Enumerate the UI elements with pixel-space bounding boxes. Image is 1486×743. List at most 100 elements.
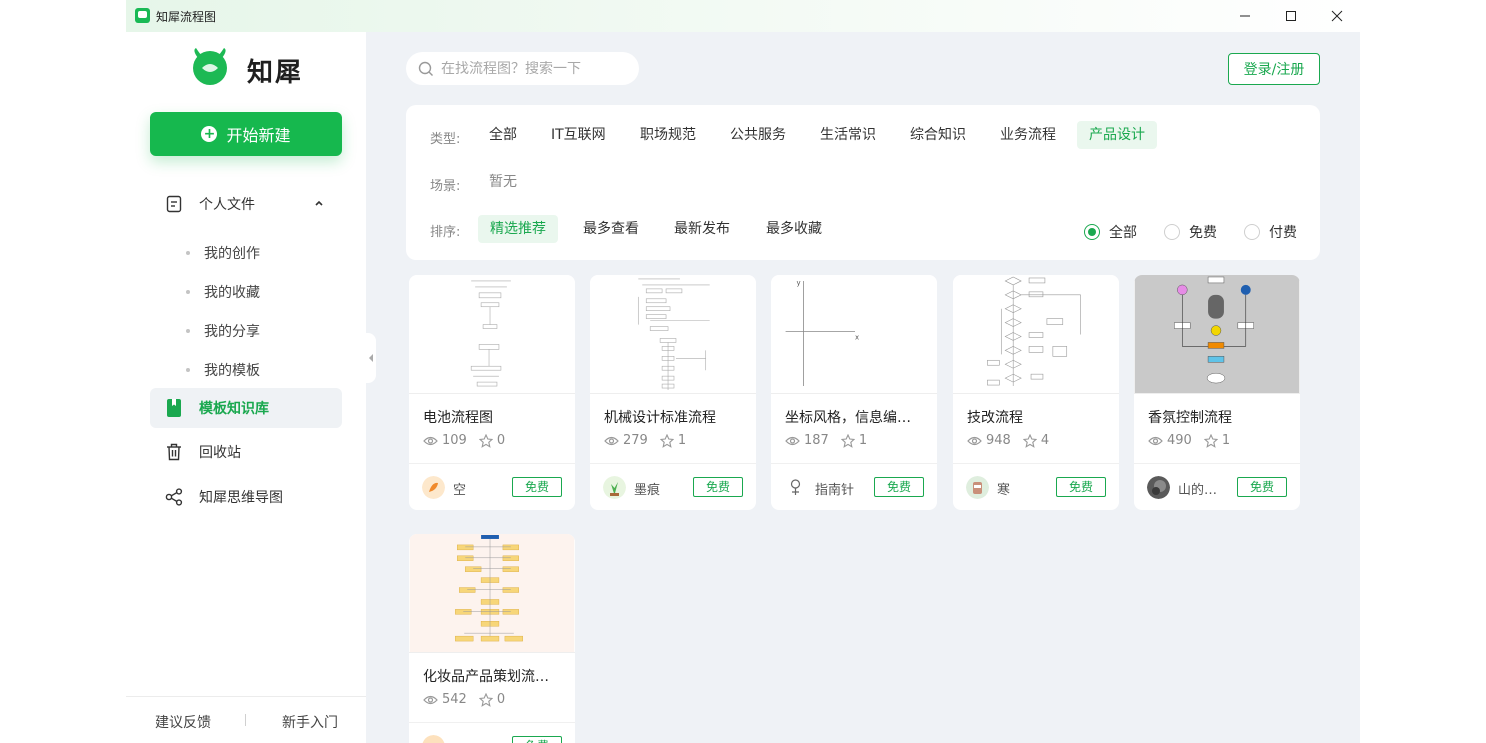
sidebar: 知犀 + 开始新建 个人文件 我的创作 我的收藏 我的分享 我的模板 模板知识库 [126, 32, 366, 743]
type-chip-workplace[interactable]: 职场规范 [628, 121, 708, 149]
free-badge: 免费 [1237, 477, 1287, 497]
maximize-button[interactable] [1268, 0, 1314, 32]
type-chip-it[interactable]: IT互联网 [539, 121, 618, 149]
card-title: 化妆品产品策划流… [423, 669, 549, 685]
sidebar-item-my-creations[interactable]: 我的创作 [186, 243, 260, 263]
card-stats: 279 1 [604, 433, 698, 448]
price-radio-free[interactable]: 免费 [1164, 222, 1217, 242]
eye-icon [967, 436, 982, 445]
star-count: 0 [496, 692, 506, 707]
card-footer: 指南针 免费 [771, 463, 937, 510]
author-name: 空 [453, 483, 467, 498]
eye-icon [423, 695, 438, 704]
price-radio-all[interactable]: 全部 [1084, 222, 1137, 242]
flowchart-thumbnail [590, 275, 756, 394]
radio-selected-icon [1084, 224, 1100, 240]
sidebar-collapse-handle[interactable] [366, 333, 376, 383]
star-count: 1 [677, 433, 687, 448]
free-badge: 免费 [693, 477, 743, 497]
card-stats: 948 4 [967, 433, 1061, 448]
minimize-button[interactable] [1222, 0, 1268, 32]
chevron-up-icon[interactable] [314, 198, 324, 208]
login-register-button[interactable]: 登录/注册 [1228, 53, 1320, 85]
eye-icon [423, 436, 438, 445]
eye-icon [604, 436, 619, 445]
star-icon [478, 692, 493, 707]
template-card[interactable]: 技改流程 948 4 寒 免费 [953, 275, 1119, 510]
brand-name: 知犀 [247, 58, 304, 88]
avatar [422, 735, 445, 743]
card-footer: 寒 免费 [953, 463, 1119, 510]
template-card[interactable]: y x 坐标风格，信息编… 187 1 指南针 免费 [771, 275, 937, 510]
type-chip-knowledge[interactable]: 综合知识 [898, 121, 978, 149]
template-card[interactable]: 机械设计标准流程 279 1 墨痕 免费 [590, 275, 756, 510]
sidebar-item-mindmap[interactable]: 知犀思维导图 [150, 477, 342, 517]
scene-value: 暂无 [489, 174, 517, 190]
sidebar-item-my-templates[interactable]: 我的模板 [186, 360, 260, 380]
sidebar-item-label: 模板知识库 [199, 401, 269, 417]
book-icon [165, 399, 183, 417]
feedback-link[interactable]: 建议反馈 [155, 712, 211, 732]
author-name: 指南针 [815, 483, 855, 498]
share-nodes-icon [165, 488, 183, 506]
free-badge: 免费 [1056, 477, 1106, 497]
flowchart-thumbnail [409, 534, 575, 653]
author-name: 寒 [997, 483, 1011, 498]
close-icon [1331, 10, 1343, 22]
free-badge: 免费 [874, 477, 924, 497]
title-bar: 知犀流程图 [126, 0, 1360, 32]
type-chip-life[interactable]: 生活常识 [808, 121, 888, 149]
avatar [784, 476, 807, 499]
flowchart-thumbnail [953, 275, 1119, 394]
star-icon [478, 433, 493, 448]
sort-chip-most-viewed[interactable]: 最多查看 [571, 215, 651, 243]
app-window: 知犀流程图 知犀 + 开始新建 个人文件 我的创作 我的收藏 我的分享 我的模板… [126, 0, 1360, 743]
file-icon [165, 195, 183, 213]
card-title: 香氛控制流程 [1148, 410, 1232, 426]
sort-chip-newest[interactable]: 最新发布 [662, 215, 742, 243]
card-footer: 免费 [409, 722, 575, 743]
beginner-guide-link[interactable]: 新手入门 [282, 712, 338, 732]
sidebar-item-my-favorites[interactable]: 我的收藏 [186, 282, 260, 302]
template-card[interactable]: 电池流程图 109 0 空 免费 [409, 275, 575, 510]
template-card[interactable]: 化妆品产品策划流… 542 0 免费 [409, 534, 575, 743]
filter-panel: 类型: 全部 IT互联网 职场规范 公共服务 生活常识 综合知识 业务流程 产品… [406, 105, 1320, 260]
star-count: 0 [496, 433, 506, 448]
sidebar-item-personal-files[interactable]: 个人文件 [150, 184, 342, 224]
sidebar-item-my-shares[interactable]: 我的分享 [186, 321, 260, 341]
close-button[interactable] [1314, 0, 1360, 32]
type-chip-all[interactable]: 全部 [477, 121, 529, 149]
card-title: 机械设计标准流程 [604, 410, 716, 426]
search-box[interactable] [406, 52, 639, 85]
star-icon [1022, 433, 1037, 448]
type-chip-business[interactable]: 业务流程 [988, 121, 1068, 149]
view-count: 490 [1167, 433, 1192, 448]
view-count: 948 [986, 433, 1011, 448]
new-document-button[interactable]: + 开始新建 [150, 112, 342, 156]
price-radio-paid[interactable]: 付费 [1244, 222, 1297, 242]
template-card[interactable]: 香氛控制流程 490 1 山的… 免费 [1134, 275, 1300, 510]
sort-chip-most-favorited[interactable]: 最多收藏 [754, 215, 834, 243]
card-title: 技改流程 [967, 410, 1023, 426]
sidebar-item-template-library[interactable]: 模板知识库 [150, 388, 342, 428]
free-badge: 免费 [512, 477, 562, 497]
star-count: 4 [1040, 433, 1050, 448]
radio-label: 付费 [1269, 225, 1297, 241]
search-icon [418, 61, 434, 77]
sidebar-item-label: 回收站 [199, 445, 241, 461]
star-count: 1 [858, 433, 868, 448]
free-badge: 免费 [512, 736, 562, 743]
app-icon [135, 8, 150, 23]
sidebar-footer: 建议反馈 新手入门 [126, 696, 366, 743]
card-title: 电池流程图 [423, 410, 493, 426]
card-footer: 山的… 免费 [1134, 463, 1300, 510]
sort-chip-featured[interactable]: 精选推荐 [478, 215, 558, 243]
card-stats: 542 0 [423, 692, 517, 707]
sidebar-item-recycle-bin[interactable]: 回收站 [150, 432, 342, 472]
type-chip-product-design[interactable]: 产品设计 [1077, 121, 1157, 149]
axes-thumbnail: y x [771, 275, 937, 394]
search-input[interactable] [441, 60, 621, 77]
card-stats: 187 1 [785, 433, 879, 448]
type-chip-public-service[interactable]: 公共服务 [718, 121, 798, 149]
trash-icon [165, 443, 183, 461]
